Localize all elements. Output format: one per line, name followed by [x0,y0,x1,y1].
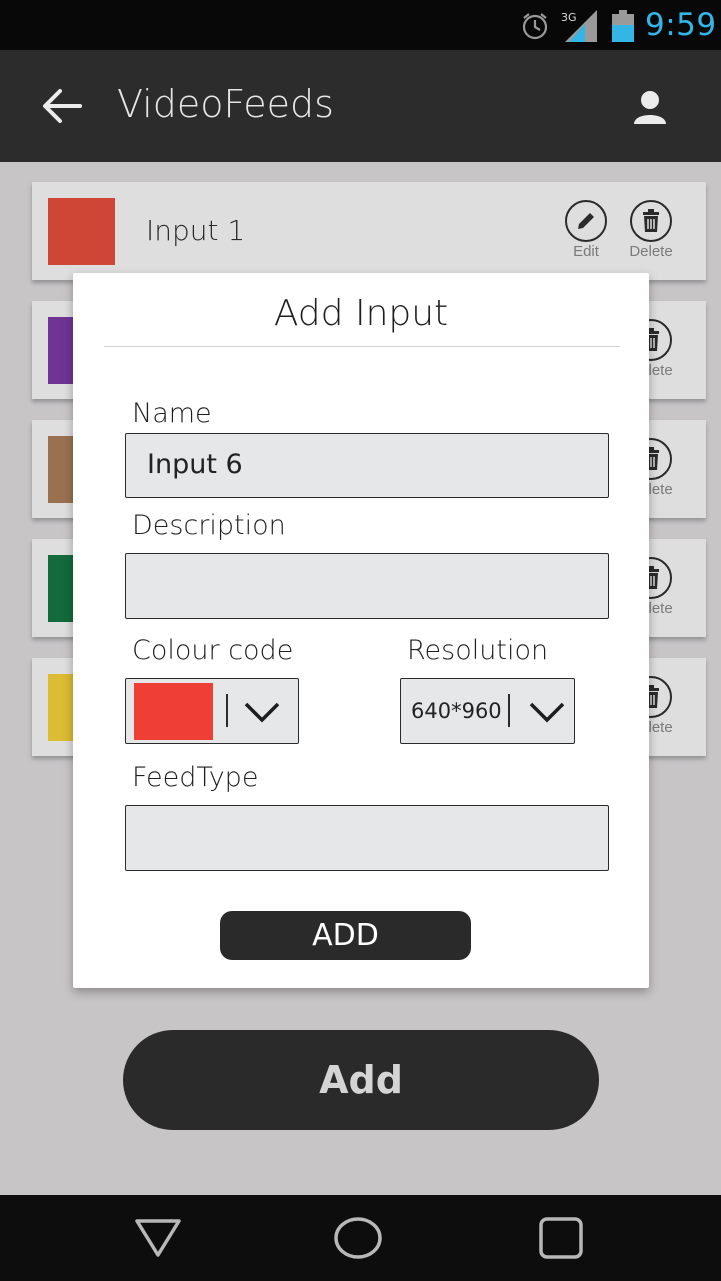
colour-code-label: Colour code [132,635,294,666]
resolution-dropdown[interactable]: 640*960 [400,678,575,744]
status-time: 9:59 [645,7,717,43]
recents-square-icon[interactable] [536,1215,586,1261]
dialog-divider [104,346,620,347]
trash-icon [643,209,659,232]
pencil-icon [578,213,594,229]
delete-caption: Delete [629,243,673,260]
dropdown-separator [226,694,228,727]
input-card-label: Input 1 [146,214,246,247]
dialog-title: Add Input [273,293,449,334]
name-field[interactable]: Input 6 [125,433,609,498]
colour-code-dropdown[interactable] [125,678,299,744]
add-input-dialog: Add Input Name Input 6 Description Colou… [73,273,649,988]
dropdown-separator [508,694,510,727]
feedtype-field[interactable] [125,805,609,871]
input-color-swatch [48,198,115,265]
back-triangle-icon[interactable] [133,1215,183,1261]
chevron-down-icon [529,702,565,723]
svg-text:3G: 3G [561,11,577,24]
input-card[interactable]: Input 1 Edit Delete [32,182,706,280]
description-field[interactable] [125,553,609,619]
feedtype-label: FeedType [132,762,259,793]
app-bar: VideoFeeds [0,50,721,162]
resolution-label: Resolution [407,635,549,666]
description-label: Description [132,510,286,541]
add-input-button[interactable]: Add [123,1030,599,1130]
resolution-value: 640*960 [411,699,502,723]
edit-button[interactable]: Edit [564,200,608,260]
system-nav-bar [0,1195,721,1281]
back-arrow-icon[interactable] [40,86,84,126]
chevron-down-icon [244,702,280,723]
home-circle-icon[interactable] [333,1215,383,1261]
colour-preview [134,683,213,740]
delete-button[interactable]: Delete [629,200,673,260]
alarm-icon [522,13,548,40]
app-title: VideoFeeds [117,82,334,126]
status-bar: 3G 9:59 [0,0,721,50]
battery-icon [612,10,634,42]
user-icon[interactable] [630,88,670,128]
signal-3g-icon: 3G [561,10,597,42]
name-label: Name [132,398,212,429]
edit-caption: Edit [573,243,599,260]
dialog-add-button[interactable]: ADD [220,911,471,960]
